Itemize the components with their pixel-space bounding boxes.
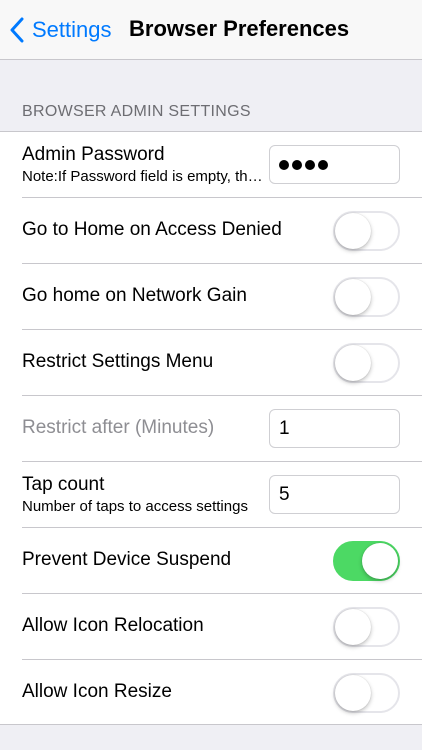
home-network-gain-label: Go home on Network Gain (22, 285, 247, 306)
tap-count-label: Tap count (22, 474, 105, 495)
restrict-settings-toggle[interactable] (333, 343, 400, 383)
prevent-suspend-label: Prevent Device Suspend (22, 549, 232, 570)
password-dot (279, 159, 289, 170)
restrict-after-field[interactable]: 1 (269, 409, 400, 448)
prevent-suspend-toggle[interactable] (333, 541, 400, 581)
admin-password-field[interactable] (269, 145, 400, 184)
home-network-gain-row: Go home on Network Gain (0, 264, 422, 330)
home-network-gain-toggle[interactable] (333, 277, 400, 317)
password-dot (305, 159, 315, 170)
home-access-denied-row: Go to Home on Access Denied (0, 198, 422, 264)
home-access-denied-label: Go to Home on Access Denied (22, 219, 282, 240)
section-header: BROWSER ADMIN SETTINGS (22, 103, 251, 120)
prevent-suspend-row: Prevent Device Suspend (0, 528, 422, 594)
password-dot (292, 159, 302, 170)
toggle-knob (362, 543, 398, 579)
icon-relocation-row: Allow Icon Relocation (0, 594, 422, 660)
home-access-denied-toggle[interactable] (333, 211, 400, 251)
settings-group: Admin Password Note:If Password field is… (0, 131, 422, 725)
icon-relocation-toggle[interactable] (333, 607, 400, 647)
icon-resize-row: Allow Icon Resize (0, 660, 422, 726)
admin-password-row: Admin Password Note:If Password field is… (0, 132, 422, 198)
page-title: Browser Preferences (129, 16, 350, 41)
toggle-knob (335, 213, 371, 249)
password-mask (279, 146, 399, 183)
tap-count-row: Tap count Number of taps to access setti… (0, 462, 422, 528)
toggle-knob (335, 675, 371, 711)
admin-password-note: Note:If Password field is empty, the App… (22, 168, 267, 185)
password-dot (318, 159, 328, 170)
toggle-knob (335, 609, 371, 645)
icon-relocation-label: Allow Icon Relocation (22, 615, 204, 636)
restrict-settings-row: Restrict Settings Menu (0, 330, 422, 396)
navigation-bar: Settings Browser Preferences (0, 0, 422, 60)
tap-count-note: Number of taps to access settings (22, 498, 248, 515)
back-button[interactable]: Settings (10, 14, 112, 46)
icon-resize-toggle[interactable] (333, 673, 400, 713)
restrict-after-label: Restrict after (Minutes) (22, 417, 215, 438)
restrict-settings-label: Restrict Settings Menu (22, 351, 214, 372)
restrict-after-row: Restrict after (Minutes) 1 (0, 396, 422, 462)
chevron-left-icon (10, 17, 24, 43)
toggle-knob (335, 345, 371, 381)
back-label: Settings (32, 17, 112, 42)
toggle-knob (335, 279, 371, 315)
admin-password-label: Admin Password (22, 144, 165, 165)
icon-resize-label: Allow Icon Resize (22, 681, 172, 702)
tap-count-field[interactable]: 5 (269, 475, 400, 514)
